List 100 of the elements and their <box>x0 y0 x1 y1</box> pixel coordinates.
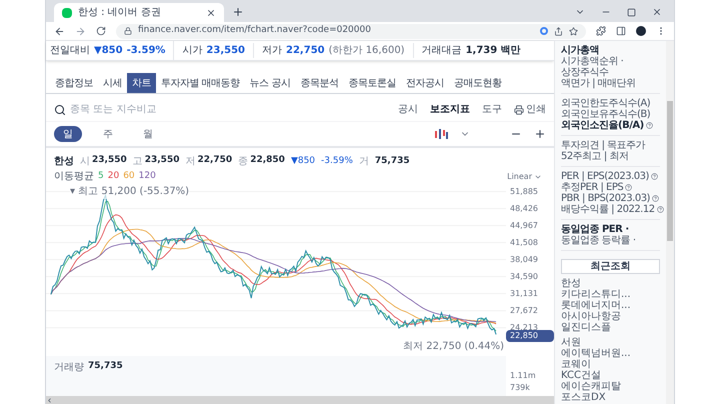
nav-tab[interactable]: 차트 <box>127 73 156 93</box>
nav-tab[interactable]: 투자자별 매매동향 <box>156 73 245 93</box>
horizontal-scrollbar[interactable] <box>46 396 554 404</box>
current-price-tag: 22,850 <box>506 330 554 342</box>
lock-icon <box>124 27 132 35</box>
ohlc-value: 23,550 <box>144 154 180 167</box>
sidebar-item: 상장주식수 <box>561 67 608 78</box>
recent-stock-link[interactable]: 서원 <box>561 337 660 348</box>
recent-stock-link[interactable]: 일진디스플 <box>561 322 660 333</box>
printer-icon <box>514 104 524 114</box>
recent-header: 최근조회 <box>561 259 660 274</box>
high-price-marker: ▾ 최고 51,200 (-55.37%) <box>70 184 190 199</box>
recent-stock-link[interactable]: 에이텍넘버원... <box>561 348 660 359</box>
ohlc-label: 고 <box>132 155 143 169</box>
scale-dropdown[interactable]: Linear <box>507 170 546 182</box>
scroll-left-icon[interactable] <box>46 396 53 404</box>
vertical-scrollbar[interactable] <box>666 41 674 404</box>
sidebar-item: 동일업종 등락률 · <box>561 235 636 246</box>
change-value: ▼850 <box>94 44 123 58</box>
reload-icon[interactable] <box>96 26 106 36</box>
search-icon <box>54 104 66 116</box>
y-axis-label: 34,590 <box>510 270 538 283</box>
quote-value: 1,739 백만 <box>466 44 521 58</box>
nav-tab[interactable]: 종목분석 <box>295 73 344 93</box>
extensions-icon[interactable] <box>596 26 606 36</box>
stock-name: 한성 <box>54 155 74 169</box>
toolbar-button[interactable]: 공시 <box>398 102 418 117</box>
google-icon[interactable] <box>540 27 548 35</box>
zoom-in-icon[interactable] <box>534 128 546 140</box>
ohlc-value: 22,850 <box>250 154 285 167</box>
recent-stock-link[interactable]: KCC건설 <box>561 370 660 381</box>
nav-tab[interactable]: 공매도현황 <box>448 73 506 93</box>
new-tab-icon[interactable] <box>232 6 244 18</box>
y-axis-label: 41,508 <box>510 236 538 249</box>
quote-value: 23,550 <box>206 44 246 58</box>
recent-stock-link[interactable]: 포스코DX <box>561 392 660 403</box>
profile-avatar-icon[interactable] <box>636 26 646 36</box>
sidebar-item: PBR | BPS(2023.03) <box>561 193 650 204</box>
sidebar-item: PER | EPS(2023.03) <box>561 171 649 182</box>
help-icon[interactable] <box>625 184 632 191</box>
help-icon[interactable] <box>646 122 653 129</box>
recent-stock-link[interactable]: 코웨이 <box>561 359 660 370</box>
sidebar-item: 외국인한도주식수(A) <box>561 98 650 109</box>
toolbar-button[interactable]: 보조지표 <box>430 102 470 117</box>
bookmark-star-icon[interactable] <box>569 26 578 36</box>
nav-tab[interactable]: 시세 <box>98 73 127 93</box>
sidebar-item: 동일업종 PER · <box>561 224 629 235</box>
recent-stock-link[interactable]: 에이슨캐피탈 <box>561 381 660 392</box>
sidebar-item: 52주최고 | 최저 <box>561 151 628 162</box>
y-axis-label: 51,885 <box>510 186 538 198</box>
help-icon[interactable] <box>656 206 664 213</box>
close-window-icon[interactable] <box>652 7 662 17</box>
maximize-icon[interactable] <box>627 8 636 16</box>
toolbar-button[interactable]: 도구 <box>482 102 502 117</box>
sidebar-item: 시가총액순위 · <box>561 56 624 67</box>
sidebar-item: 액면가 | 매매단위 <box>561 78 636 89</box>
quote-label: 거래대금 <box>422 44 462 58</box>
nav-tab[interactable]: 종목토론실 <box>343 73 401 93</box>
period-tab[interactable]: 월 <box>134 126 162 142</box>
search-field[interactable]: 종목 또는 지수비교 <box>70 102 398 117</box>
nav-tab[interactable]: 전자공시 <box>400 73 449 93</box>
tab-title: 한성 : 네이버 증권 <box>78 6 162 20</box>
browser-tab[interactable]: 한성 : 네이버 증권 <box>54 3 224 22</box>
help-icon[interactable] <box>652 195 659 202</box>
recent-stock-link[interactable]: 롯데에너지머... <box>561 300 660 311</box>
period-tab[interactable]: 주 <box>94 126 122 142</box>
sidebar-item: 외국인소진율(B/A) <box>561 120 644 131</box>
back-icon[interactable] <box>54 26 65 36</box>
ohlc-label: 저 <box>185 155 196 169</box>
low-price-marker: 최저 22,750 (0.44%) <box>403 340 504 354</box>
recent-stock-link[interactable]: 키다리스튜디... <box>561 289 660 300</box>
help-icon[interactable] <box>650 173 658 180</box>
site-favicon-icon <box>62 8 72 18</box>
y-axis-label: 38,049 <box>510 254 538 266</box>
volume-value: 75,735 <box>374 154 410 168</box>
moving-average-label: 이동평균 <box>54 170 94 184</box>
print-button[interactable]: 인쇄 <box>514 102 546 117</box>
nav-tab[interactable]: 뉴스 공시 <box>244 73 296 93</box>
change-rate: -3.59% <box>321 154 353 168</box>
recent-stock-link[interactable]: 아시아나항공 <box>561 311 660 322</box>
side-panel-icon[interactable] <box>616 26 626 36</box>
forward-icon[interactable] <box>75 26 86 36</box>
address-bar[interactable]: finance.naver.com/item/fchart.naver?code=020000 <box>116 24 586 38</box>
quote-label: 저가 <box>262 44 282 58</box>
close-icon[interactable] <box>206 8 216 18</box>
y-axis-label: 1.11m <box>510 370 537 382</box>
y-axis-label: 24,213 <box>510 322 538 332</box>
y-axis-label: 739k <box>510 382 531 394</box>
y-axis-label: 48,426 <box>510 202 538 215</box>
share-icon[interactable] <box>554 26 563 36</box>
period-tab[interactable]: 일 <box>54 126 82 142</box>
ohlc-value: 23,550 <box>92 154 127 167</box>
url-text: finance.naver.com/item/fchart.naver?code=020000 <box>138 24 372 38</box>
y-axis-label: 27,672 <box>510 304 538 317</box>
recent-stock-link[interactable]: 한성 <box>561 278 660 289</box>
ohlc-label: 시 <box>80 155 90 169</box>
candlestick-icon[interactable] <box>434 128 448 140</box>
nav-tab[interactable]: 종합정보 <box>50 73 98 93</box>
moving-average-period[interactable]: 120 <box>138 170 156 184</box>
moving-average-period[interactable]: 20 <box>108 170 120 184</box>
